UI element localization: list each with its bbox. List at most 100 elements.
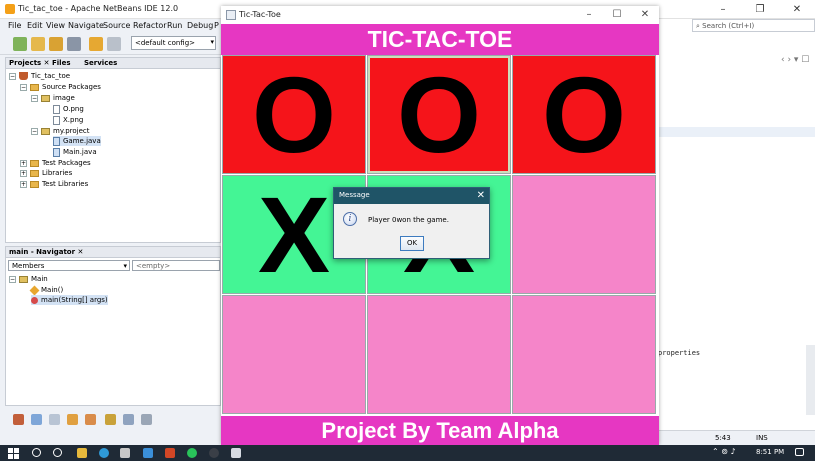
clock[interactable]: 8:51 PM [756,448,784,456]
menu-navigate[interactable]: Navigate [68,21,104,30]
message-dialog: Message ✕ i Player 0won the game. OK [333,187,490,259]
config-select[interactable]: <default config> ▾ [131,36,216,50]
tree-node-source-packages[interactable]: − Source Packages [20,82,101,92]
close-icon[interactable]: ✕ [779,0,815,19]
java-app-taskbar-icon[interactable] [231,448,241,458]
nav-node-main-method[interactable]: main(String[] args) [31,295,108,305]
minimize-icon[interactable]: – [705,0,741,19]
minimize-icon[interactable]: – [575,6,603,24]
java-app-icon [226,10,236,20]
menu-run[interactable]: Run [167,21,182,30]
dialog-message: Player 0won the game. [368,216,449,224]
members-select[interactable]: Members ▾ [8,260,130,271]
menu-source[interactable]: Source [103,21,130,30]
tab-files[interactable]: Files [52,59,71,67]
menu-profile[interactable]: P [214,21,219,30]
output-text: properties [658,349,701,357]
inherited-icon[interactable] [67,414,78,425]
expand-icon: + [20,180,27,188]
editor-area [658,19,815,445]
ok-button[interactable]: OK [400,236,424,251]
sort-by-source-icon[interactable] [123,414,134,425]
tree-node-o-png[interactable]: O.png [53,104,84,114]
close-icon[interactable]: ✕ [631,6,659,24]
redo-icon[interactable] [107,37,121,51]
navigator-filter-empty[interactable]: <empty> [132,260,220,271]
static-icon[interactable] [49,414,60,425]
tree-node-my-project[interactable]: − my.project [31,126,89,136]
whatsapp-icon[interactable] [187,448,197,458]
tree-node-x-png[interactable]: X.png [53,115,83,125]
sort-icon[interactable] [105,414,116,425]
java-file-icon [53,147,60,157]
edge-icon[interactable] [99,448,109,458]
menu-refactor[interactable]: Refactor [133,21,167,30]
notifications-icon[interactable] [795,448,804,456]
file-icon [53,104,60,114]
nav-node-constructor[interactable]: Main() [29,285,63,295]
store-icon[interactable] [120,448,130,458]
caret-position: 5:43 [715,434,731,442]
tab-projects[interactable]: Projects ✕ [9,59,50,67]
tree-node-project[interactable]: − Tic_tac_toe [9,71,70,81]
expand-icon: + [20,169,27,177]
game-footer: Project By Team Alpha [221,416,659,445]
tray-icons[interactable]: ⌃ ⊚ ♪ [712,447,736,456]
output-scrollbar[interactable] [806,345,815,415]
mail-icon[interactable] [143,448,153,458]
search-input[interactable]: ⌕ Search (Ctrl+I) [692,19,815,32]
tree-node-test-libraries[interactable]: + Test Libraries [20,179,88,189]
nav-node-main-class[interactable]: − Main [9,274,48,284]
board-cell-6[interactable] [512,175,656,294]
menu-debug[interactable]: Debug [187,21,213,30]
board-cell-7[interactable] [222,295,366,414]
app-icon[interactable] [209,448,219,458]
board-cell-8[interactable] [367,295,511,414]
tree-node-libraries[interactable]: + Libraries [20,168,72,178]
navigator-toolbar [5,410,221,430]
projects-tabs: Projects ✕ Files Services [6,58,220,69]
menu-file[interactable]: File [8,21,21,30]
game-titlebar: Tic-Tac-Toe – ☐ ✕ [221,6,659,24]
sort-by-name-icon[interactable] [141,414,152,425]
close-icon[interactable]: ✕ [477,189,485,203]
fields-icon[interactable] [31,414,42,425]
save-all-icon[interactable] [67,37,81,51]
insert-mode: INS [756,434,768,442]
ide-window-controls: – ❐ ✕ [705,0,815,19]
tree-node-game-java[interactable]: Game.java [53,136,101,146]
menu-view[interactable]: View [46,21,65,30]
file-explorer-icon[interactable] [77,448,87,458]
editor-nav-arrows[interactable]: ‹ › ▾ ☐ [781,55,809,65]
windows-start-icon[interactable] [8,448,19,459]
filter-icon[interactable] [13,414,24,425]
class-icon [19,275,28,283]
board-cell-1[interactable]: O [222,55,366,174]
credits-text: Project By Team Alpha [321,418,559,443]
new-file-icon[interactable] [13,37,27,51]
board-cell-3[interactable]: O [512,55,656,174]
maximize-icon[interactable]: ☐ [603,6,631,24]
undo-icon[interactable] [89,37,103,51]
tree-node-test-packages[interactable]: + Test Packages [20,158,91,168]
ide-title: Tic_tac_toe - Apache NetBeans IDE 12.0 [18,4,179,13]
new-project-icon[interactable] [31,37,45,51]
search-icon[interactable] [32,448,41,457]
restore-icon[interactable]: ❐ [742,0,778,19]
package-icon [41,127,50,135]
menu-edit[interactable]: Edit [27,21,43,30]
powerpoint-icon[interactable] [165,448,175,458]
chevron-down-icon: ▾ [210,38,214,46]
board-cell-2[interactable]: O [367,55,511,174]
tab-navigator[interactable]: main - Navigator ✕ [9,248,83,256]
dialog-title: Message [339,191,370,199]
board-cell-9[interactable] [512,295,656,414]
non-public-icon[interactable] [85,414,96,425]
package-icon [41,94,50,102]
tree-node-main-java[interactable]: Main.java [53,147,97,157]
tree-node-image[interactable]: − image [31,93,75,103]
open-project-icon[interactable] [49,37,63,51]
cortana-icon[interactable] [53,448,62,457]
chevron-down-icon: ▾ [123,262,127,270]
tab-services[interactable]: Services [84,59,117,67]
